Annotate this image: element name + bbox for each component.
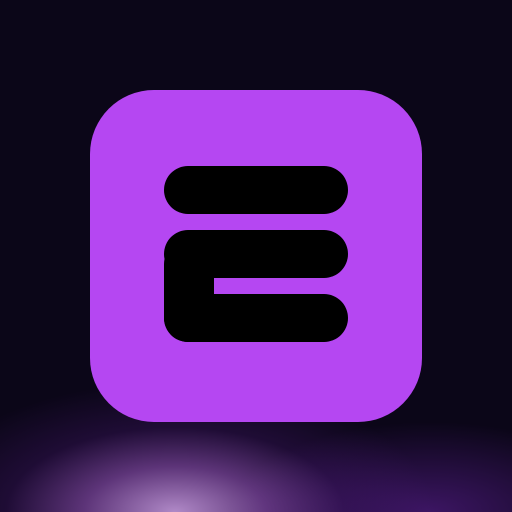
app-icon-tile[interactable] [90,90,422,422]
logo-top-bar [164,166,348,214]
logo-stem [164,240,214,342]
e-logo-icon [164,166,348,342]
